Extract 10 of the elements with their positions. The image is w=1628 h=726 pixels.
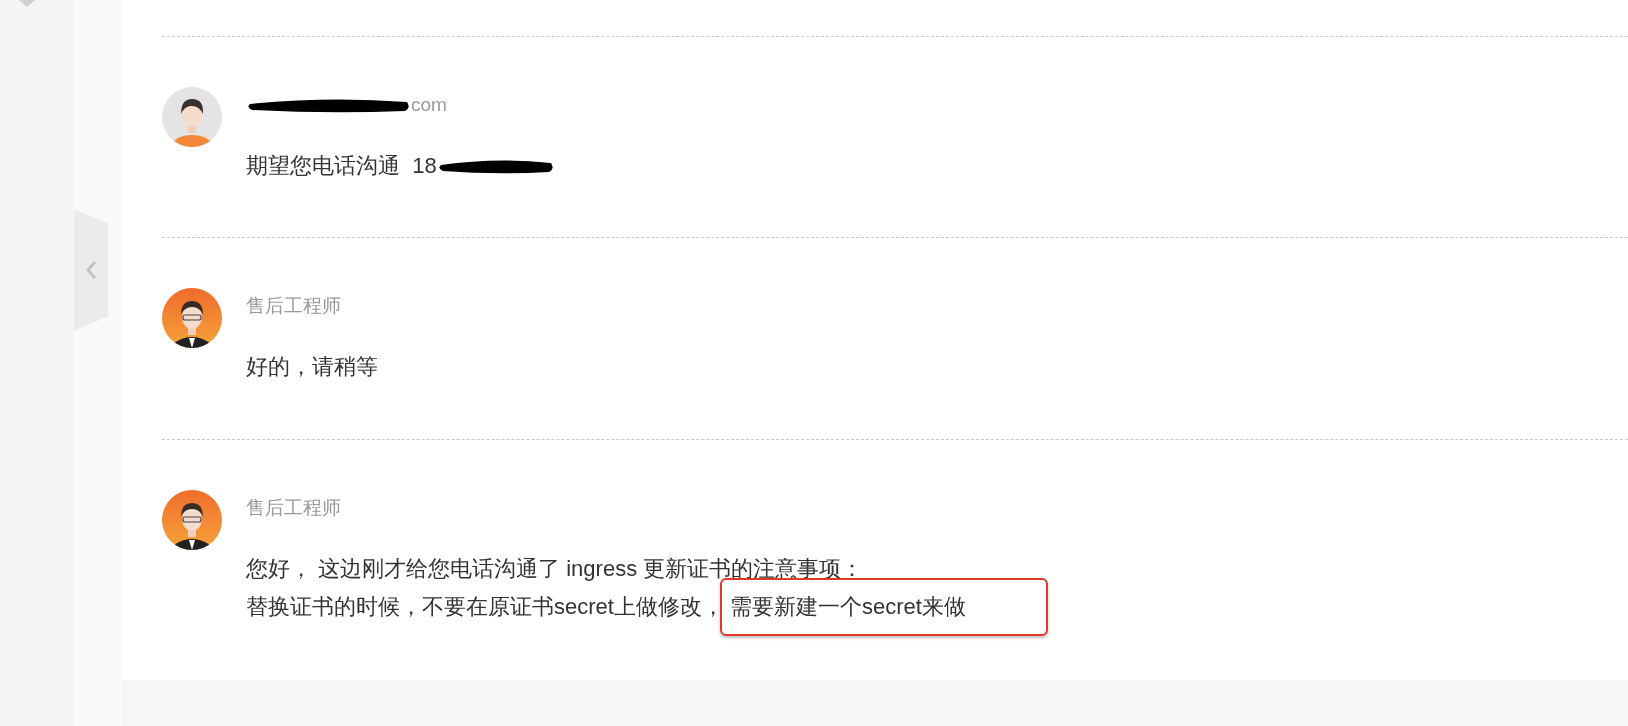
highlighted-text: 需要新建一个secret来做 (719, 578, 1048, 636)
author-name: com (411, 94, 447, 116)
avatar (162, 490, 222, 550)
message-text: 期望您电话沟通 18 (246, 152, 437, 180)
author-name: 售后工程师 (246, 496, 341, 520)
message-text: 好的，请稍等 (246, 353, 378, 381)
author-name: 售后工程师 (246, 294, 341, 318)
chevron-left-icon (85, 260, 97, 280)
avatar (162, 288, 222, 348)
caret-icon (19, 0, 35, 8)
